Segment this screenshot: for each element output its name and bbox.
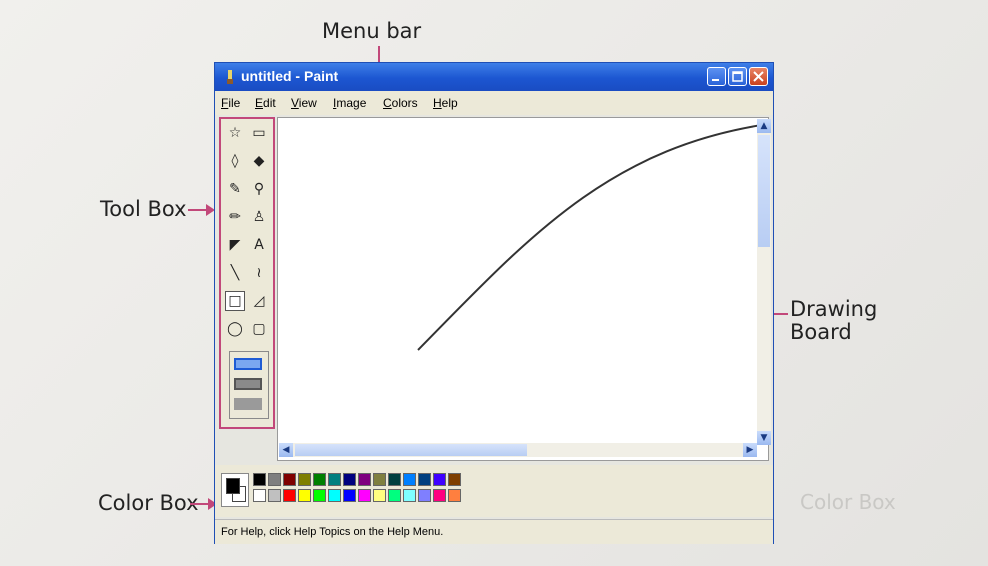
color-swatch[interactable]	[268, 473, 281, 486]
color-box-label: Color Box	[98, 491, 199, 515]
color-box-pointer	[190, 503, 210, 505]
option-fill-only[interactable]	[234, 398, 262, 410]
status-bar: For Help, click Help Topics on the Help …	[215, 519, 773, 544]
color-swatch[interactable]	[343, 473, 356, 486]
free-form-select-icon[interactable]: ☆	[225, 123, 245, 143]
menu-view-mnemonic: V	[291, 96, 299, 110]
scroll-up-icon[interactable]: ▲	[757, 119, 771, 133]
color-swatch[interactable]	[373, 473, 386, 486]
scroll-right-icon[interactable]: ▶	[743, 443, 757, 457]
eraser-icon[interactable]: ◊	[225, 151, 245, 171]
close-icon	[753, 71, 764, 82]
menu-file[interactable]: File	[221, 96, 240, 110]
menu-edit[interactable]: Edit	[255, 96, 276, 110]
menu-view[interactable]: View	[291, 96, 317, 110]
color-swatch[interactable]	[433, 473, 446, 486]
airbrush-icon[interactable]: ◤	[225, 235, 245, 255]
select-icon[interactable]: ▭	[249, 123, 269, 143]
tool-box-pointer	[188, 209, 208, 211]
rectangle-icon[interactable]: □	[225, 291, 245, 311]
color-swatch[interactable]	[388, 473, 401, 486]
color-swatch[interactable]	[403, 473, 416, 486]
color-swatch[interactable]	[373, 489, 386, 502]
polygon-icon[interactable]: ◿	[249, 291, 269, 311]
horizontal-scrollbar[interactable]: ◀ ▶	[279, 443, 757, 457]
color-swatch[interactable]	[298, 473, 311, 486]
vertical-scrollbar[interactable]: ▲ ▼	[757, 119, 771, 445]
color-swatch[interactable]	[418, 473, 431, 486]
background-text: Color Box	[800, 490, 896, 514]
minimize-icon	[712, 79, 719, 81]
color-swatch[interactable]	[313, 489, 326, 502]
menu-help[interactable]: Help	[433, 96, 458, 110]
menu-image-mnemonic: I	[333, 96, 337, 110]
fill-icon[interactable]: ◆	[249, 151, 269, 171]
color-swatch[interactable]	[448, 489, 461, 502]
minimize-button[interactable]	[707, 67, 726, 86]
drawing-board-label-line1: Drawing	[790, 297, 878, 321]
color-box	[215, 465, 773, 517]
color-swatch[interactable]	[313, 473, 326, 486]
title-bar[interactable]: untitled - Paint	[215, 63, 773, 91]
menu-help-mnemonic: H	[433, 96, 442, 110]
tool-box: ☆ ▭ ◊ ◆ ✎ ⚲ ✏ ♙ ◤ A ╲ ≀ □ ◿ ◯ ▢	[219, 117, 275, 429]
magnifier-icon[interactable]: ⚲	[249, 179, 269, 199]
menu-colors-mnemonic: C	[383, 96, 392, 110]
color-swatch[interactable]	[283, 489, 296, 502]
color-swatch[interactable]	[283, 473, 296, 486]
menu-bar: File Edit View Image Colors Help	[215, 91, 773, 115]
vertical-scroll-thumb[interactable]	[758, 135, 770, 247]
brush-icon[interactable]: ♙	[249, 207, 269, 227]
curve-icon[interactable]: ≀	[249, 263, 269, 283]
paint-app-icon	[227, 70, 233, 84]
scroll-down-icon[interactable]: ▼	[757, 431, 771, 445]
menu-colors[interactable]: Colors	[383, 96, 418, 110]
window-title: untitled - Paint	[241, 68, 339, 84]
drawing-board-label-line2: Board	[790, 320, 852, 345]
rounded-rectangle-icon[interactable]: ▢	[249, 319, 269, 339]
status-text: For Help, click Help Topics on the Help …	[221, 526, 444, 538]
maximize-icon	[732, 71, 743, 82]
color-swatch[interactable]	[448, 473, 461, 486]
ellipse-icon[interactable]: ◯	[225, 319, 245, 339]
color-swatch[interactable]	[343, 489, 356, 502]
tool-box-label: Tool Box	[100, 197, 187, 221]
menu-image[interactable]: Image	[333, 96, 366, 110]
drawn-curve	[417, 123, 769, 351]
color-swatch[interactable]	[328, 489, 341, 502]
close-button[interactable]	[749, 67, 768, 86]
color-swatch[interactable]	[253, 473, 266, 486]
horizontal-scroll-thumb[interactable]	[295, 444, 527, 456]
color-swatch[interactable]	[388, 489, 401, 502]
color-swatch[interactable]	[358, 473, 371, 486]
maximize-button[interactable]	[728, 67, 747, 86]
pick-color-icon[interactable]: ✎	[225, 179, 245, 199]
color-swatch[interactable]	[358, 489, 371, 502]
option-outline-only[interactable]	[234, 358, 262, 370]
drawing-board-label: Drawing Board	[790, 297, 878, 345]
drawing-board[interactable]	[277, 117, 769, 461]
text-icon[interactable]: A	[249, 235, 269, 255]
paint-window: untitled - Paint File Edit View Image Co…	[214, 62, 774, 544]
color-swatch[interactable]	[328, 473, 341, 486]
color-swatch[interactable]	[268, 489, 281, 502]
tool-options	[229, 351, 269, 419]
foreground-color	[226, 478, 240, 494]
option-outline-fill[interactable]	[234, 378, 262, 390]
scroll-left-icon[interactable]: ◀	[279, 443, 293, 457]
current-colors[interactable]	[221, 473, 249, 507]
menu-bar-label: Menu bar	[322, 19, 422, 43]
line-icon[interactable]: ╲	[225, 263, 245, 283]
color-swatch[interactable]	[298, 489, 311, 502]
color-swatch[interactable]	[433, 489, 446, 502]
pencil-icon[interactable]: ✏	[225, 207, 245, 227]
color-swatch[interactable]	[418, 489, 431, 502]
menu-edit-mnemonic: E	[255, 96, 264, 110]
color-swatch[interactable]	[253, 489, 266, 502]
color-swatch[interactable]	[403, 489, 416, 502]
menu-file-mnemonic: F	[221, 96, 229, 110]
